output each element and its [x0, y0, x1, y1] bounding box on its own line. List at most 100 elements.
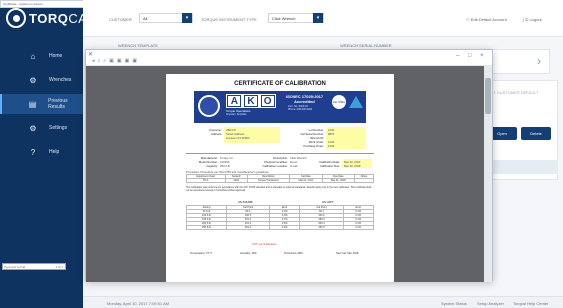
divider — [186, 153, 374, 154]
side-panel-band — [482, 160, 558, 174]
sidebar-item-previous-results[interactable]: ▤ Previous Results — [0, 94, 83, 114]
address-field-label: Address: — [210, 132, 222, 136]
next-cal-value: Next Cal: Mar 2018 — [336, 252, 359, 255]
logo-mark-icon — [6, 8, 26, 28]
certificate-statement: This calibration was performed in accord… — [186, 186, 372, 192]
company-address: Anytown, Anystate — [226, 113, 247, 116]
scrollbar-thumb[interactable] — [485, 78, 491, 114]
zoom-icon[interactable]: ⌕ — [98, 58, 101, 64]
seal-icon — [198, 95, 220, 117]
ilac-logo-icon: ilac MRA — [332, 95, 346, 109]
company-logo-text: A — [227, 95, 242, 107]
instrument-label: TORQUE INSTRUMENT TYPE — [201, 17, 257, 22]
equip-cell: TD-1 — [186, 178, 226, 183]
viewer-header: ✕ ◂ ⌕ ⌕ ▣ ▣ ▣ ▣ – □ × — [86, 50, 492, 66]
footer: Monday, April 10, 2017 7:09:51 AM System… — [83, 296, 563, 308]
sidebar-item-help[interactable]: ? Help — [0, 142, 83, 162]
search-icon[interactable]: ⌕ — [103, 58, 106, 64]
accreditation-info: Cert. No. 0000-01 Phone: 000-000-0000 — [288, 105, 313, 111]
technician-value: Technician: ABC — [284, 252, 303, 255]
sidebar-item-wrenches[interactable]: ⚙ Wrenches — [0, 70, 83, 90]
close-button[interactable]: × — [480, 53, 484, 59]
accredited-label: Accredited — [294, 99, 315, 104]
app-logo[interactable]: TORQCAL — [6, 8, 95, 28]
sidebar-item-label: Wrenches — [49, 77, 72, 83]
sidebar-item-home[interactable]: ⌂ Home — [0, 46, 83, 66]
customer-label: CUSTOMER — [109, 17, 132, 22]
popup-text: Certificate · system on screen — [3, 2, 43, 6]
chevron-down-icon: ▾ — [182, 13, 192, 23]
column-header-template: WRENCH TEMPLATE — [118, 43, 158, 48]
capacity-value: 250 ft-lb — [220, 164, 231, 168]
sidebar-item-label: Settings — [49, 125, 68, 131]
sidebar-item-label: Help — [49, 149, 60, 155]
find-input[interactable]: Type text to find 1 of 1 — [2, 263, 66, 270]
next-page-icon[interactable]: ▣ — [125, 58, 130, 64]
viewer-menu-icon[interactable]: ✕ — [88, 51, 93, 58]
table-row: TD-1 1234 Torque Transducer Mar 01, 2017… — [186, 178, 374, 183]
sidebar-item-label: Previous Results — [48, 98, 68, 110]
as-found-heading: AS FOUND — [238, 200, 253, 204]
certificate-title: CERTIFICATE OF CALIBRATION — [234, 81, 326, 87]
delete-button[interactable]: Delete — [521, 127, 551, 140]
tolerance-note: OUT: out of tolerance — [252, 243, 277, 246]
purchase-order-value: 1234 — [328, 144, 335, 148]
gear-icon: ⚙ — [29, 123, 37, 133]
footer-link-setup[interactable]: Setup Analyzer — [477, 301, 504, 306]
instrument-select-value: Click Wrench — [272, 16, 296, 21]
chevron-down-icon: ▾ — [313, 13, 323, 23]
prev-page-icon[interactable]: ▣ — [117, 58, 122, 64]
first-page-icon[interactable]: ▣ — [109, 58, 114, 64]
certificate-page: CERTIFICATE OF CALIBRATION AKO Torque Sp… — [166, 74, 394, 282]
logout-link[interactable]: | ⏻ Logout — [523, 17, 542, 22]
viewer-toolbar: ◂ ⌕ ⌕ ▣ ▣ ▣ ▣ — [92, 58, 137, 64]
viewer-scrollbar[interactable] — [484, 66, 492, 282]
equip-cell — [354, 178, 374, 183]
print-icon[interactable]: ▣ — [132, 58, 137, 64]
capacity-label: Capacity: — [206, 164, 218, 168]
minimize-button[interactable]: – — [456, 53, 459, 59]
footer-date: Monday, April 10, 2017 7:09:51 AM — [107, 301, 169, 306]
cal-due-value: Mar 10, 2018 — [344, 164, 361, 168]
footer-link-help[interactable]: Torqcal Help Center — [513, 301, 548, 306]
page-counter: 1 of 1 — [55, 265, 63, 269]
results-table: Setting Cal Point Error Cal Point Error … — [186, 205, 375, 230]
chevron-right-icon: › — [537, 54, 541, 68]
results-icon: ▤ — [28, 99, 37, 109]
wrench-icon: ⚙ — [29, 75, 37, 85]
certificate-banner: AKO Torque Specialists Anytown, Anystate… — [194, 91, 366, 123]
equipment-table: Equipment Used Serial # Description Cal … — [186, 174, 374, 183]
sidebar-item-label: Home — [49, 53, 63, 59]
table-row: 250 ft-lb 251.4 0.6% 250.5 0.2% — [186, 225, 375, 230]
certificate-viewer: ✕ ◂ ⌕ ⌕ ▣ ▣ ▣ ▣ – □ × CERTIFICATE OF CAL… — [85, 49, 493, 282]
location-value: In Lab — [290, 164, 298, 168]
sidebar-item-settings[interactable]: ⚙ Settings — [0, 118, 83, 138]
maximize-button[interactable]: □ — [468, 53, 472, 59]
customer-select[interactable]: All ▾ — [139, 13, 193, 23]
address-line-2: Anytown ST 00000 — [226, 136, 250, 140]
cal-serial-value: 9876 — [328, 132, 335, 136]
help-icon: ? — [30, 147, 36, 157]
equip-cell: Mar 01, 2017 — [289, 178, 323, 183]
document-canvas[interactable]: CERTIFICATE OF CALIBRATION AKO Torque Sp… — [86, 66, 486, 282]
equip-cell: Mar 01, 2018 — [321, 178, 356, 183]
footer-link-status[interactable]: System Status — [441, 301, 467, 306]
as-left-heading: AS LEFT — [322, 200, 334, 204]
instrument-select[interactable]: Click Wrench ▾ — [268, 13, 324, 23]
home-icon: ⌂ — [30, 51, 36, 61]
back-icon[interactable]: ◂ — [92, 58, 95, 64]
user-account-link[interactable]: ⚇ Edit Default Account — [466, 17, 507, 22]
company-logo: AKO — [226, 94, 276, 108]
top-bar: CUSTOMER All ▾ TORQUE INSTRUMENT TYPE Cl… — [83, 0, 563, 37]
find-placeholder: Type text to find — [4, 265, 26, 269]
column-header-serial: WRENCH SERIAL NUMBER — [340, 43, 392, 48]
accreditation-triangle-icon — [349, 96, 363, 108]
purchase-order-label: Purchase Order: — [303, 144, 324, 148]
temperature-value: Temperature: 72° F — [190, 252, 213, 255]
humidity-value: Humidity: 45% — [240, 252, 257, 255]
location-label: Calibration Location: — [262, 164, 289, 168]
equip-cell: 1234 — [224, 178, 248, 183]
side-panel-text: SET CUSTOMER DEFAULT — [488, 90, 539, 95]
equip-cell: Torque Transducer — [246, 178, 291, 183]
sidebar: TORQCAL ⌂ Home ⚙ Wrenches ▤ Previous Res… — [0, 0, 95, 308]
